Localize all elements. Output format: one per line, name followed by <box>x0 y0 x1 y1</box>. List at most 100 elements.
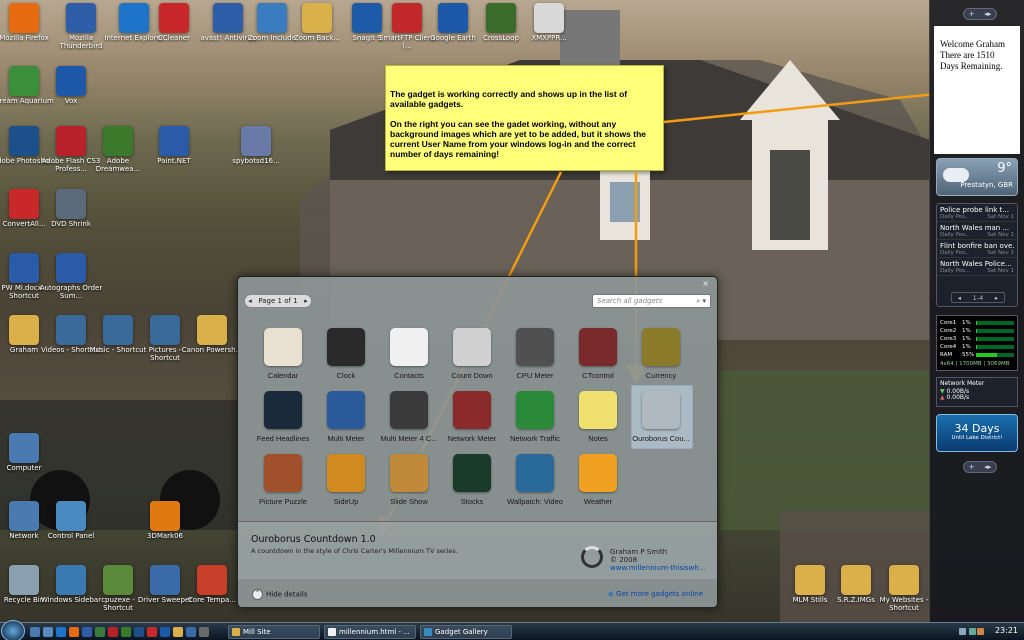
firefox-quicklaunch-icon[interactable] <box>69 627 79 637</box>
close-icon[interactable]: × <box>702 279 709 288</box>
search-icon[interactable]: ⌕ ▾ <box>696 297 706 306</box>
desktop-icon-label: Paint.NET <box>157 157 191 165</box>
volume-icon[interactable] <box>959 628 966 635</box>
cpu-bar <box>976 321 1014 325</box>
get-more-gadgets-link[interactable]: ◉ Get more gadgets online <box>608 590 703 598</box>
scroll-icon[interactable]: ◂▸ <box>984 10 991 18</box>
thunderbird-icon <box>66 3 96 33</box>
gadget-tile[interactable]: CPU Meter <box>504 326 566 380</box>
ccleaner-quicklaunch-icon[interactable] <box>147 627 157 637</box>
flash-icon <box>56 126 86 156</box>
feed-headlines-gadget[interactable]: Police probe link t... Daily Pos... Sat No… <box>936 203 1018 307</box>
switch-windows-icon[interactable] <box>43 627 53 637</box>
cpu-value: 1% <box>962 344 971 350</box>
gadget-tile[interactable]: Contacts <box>378 326 440 380</box>
taskbar-window-button[interactable]: Mill Site <box>228 625 320 639</box>
gadget-tile[interactable]: Wallpatch: Video <box>504 452 566 506</box>
sidebar-bottom-controls[interactable]: + ◂▸ <box>963 461 997 473</box>
desktop-icon[interactable]: Core Tempa... <box>180 565 244 604</box>
paint-quicklaunch-icon[interactable] <box>186 627 196 637</box>
weather-temperature: 9° <box>997 161 1012 176</box>
desktop-icon[interactable]: Autographs Order Sum... <box>39 253 103 300</box>
next-page-icon[interactable]: ▸ <box>304 297 308 305</box>
gadget-tile[interactable]: Multi Meter 4 C... <box>378 389 440 443</box>
gadget-tile[interactable]: Feed Headlines <box>252 389 314 443</box>
desktop-icon[interactable]: 3DMark06 <box>133 501 197 540</box>
weather-gadget[interactable]: 9° Prestatyn, GBR <box>936 158 1018 196</box>
desktop-icon[interactable]: Computer <box>0 433 56 472</box>
prev-page-icon[interactable]: ◂ <box>248 297 252 305</box>
search-input[interactable]: Search all gadgets ⌕ ▾ <box>592 294 711 308</box>
flash-quicklaunch-icon[interactable] <box>108 627 118 637</box>
desktop-icon[interactable]: DVD Shrink <box>39 189 103 228</box>
desktop-icon[interactable]: Control Panel <box>39 501 103 540</box>
add-gadget-icon[interactable]: + <box>969 10 975 18</box>
gadget-tile[interactable]: Picture Puzzle <box>252 452 314 506</box>
note-paragraph-1: The gadget is working correctly and show… <box>390 89 628 109</box>
gadget-tile[interactable]: Weather <box>567 452 629 506</box>
cpu-row: Core1 1% <box>940 319 1014 327</box>
news-item[interactable]: Police probe link t... Daily Pos... Sat No… <box>937 204 1017 222</box>
news-pager-label: 1-4 <box>972 293 984 302</box>
prev-arrow-icon[interactable]: ◂ <box>958 294 961 302</box>
gadget-tile[interactable]: Slide Show <box>378 452 440 506</box>
gadget-tile-label: Network Meter <box>447 434 497 443</box>
start-button[interactable] <box>1 620 25 640</box>
taskbar-window-button[interactable]: millennium.html - ... <box>324 625 416 639</box>
news-pager[interactable]: ◂ 1-4 ▸ <box>951 292 1005 303</box>
desktop-icon[interactable]: Adobe Dreamwea... <box>86 126 150 173</box>
gadget-tile[interactable]: Notes <box>567 389 629 443</box>
desktop-icon[interactable]: Paint.NET <box>142 126 206 165</box>
thunderbird-quicklaunch-icon[interactable] <box>82 627 92 637</box>
gadget-tile[interactable]: Multi Meter <box>315 389 377 443</box>
news-item[interactable]: North Wales Police... Daily Pos... Sat Nov… <box>937 258 1017 276</box>
photoshop-quicklaunch-icon[interactable] <box>134 627 144 637</box>
gadget-tile[interactable]: Count Down <box>441 326 503 380</box>
ie-quicklaunch-icon[interactable] <box>56 627 66 637</box>
countdown-gadget[interactable]: 34 Days Until Lake District! <box>936 414 1018 452</box>
media-quicklaunch-icon[interactable] <box>95 627 105 637</box>
news-item[interactable]: North Wales man ... Daily Pos... Sat Nov 1 <box>937 222 1017 240</box>
gadget-tile[interactable]: Stocks <box>441 452 503 506</box>
hide-details-button[interactable]: ˄ Hide details <box>252 589 308 600</box>
security-tray-icon[interactable] <box>977 628 984 635</box>
desktop-icon[interactable]: My Websites - Shortcut <box>872 565 936 612</box>
folder-icon <box>232 628 240 636</box>
add-gadget-icon[interactable]: + <box>969 463 975 471</box>
desktop-icon[interactable]: spybotsd16... <box>224 126 288 165</box>
gallery-pager[interactable]: ◂ Page 1 of 1 ▸ <box>244 294 312 308</box>
network-up-row: ▲ 0.00B/s <box>940 394 1014 402</box>
explorer-quicklaunch-icon[interactable] <box>173 627 183 637</box>
next-arrow-icon[interactable]: ▸ <box>995 294 998 302</box>
network-meter-gadget[interactable]: Network Meter ▼ 0.00B/s ▲ 0.00B/s <box>936 377 1018 407</box>
taskbar-window-button[interactable]: Gadget Gallery <box>420 625 512 639</box>
gadget-tile[interactable]: Ouroborus Cou... <box>630 389 692 443</box>
desktop-icon[interactable]: Mozilla Firefox <box>0 3 56 42</box>
snagit-quicklaunch-icon[interactable] <box>160 627 170 637</box>
show-desktop-icon[interactable] <box>30 627 40 637</box>
taskbar-clock[interactable]: 23:21 <box>995 626 1018 635</box>
network-quicklaunch-icon[interactable] <box>199 627 209 637</box>
network-tray-icon[interactable] <box>969 628 976 635</box>
sidebar-top-controls[interactable]: + ◂▸ <box>963 8 997 20</box>
gadget-tile[interactable]: CTcontrol <box>567 326 629 380</box>
welcome-gadget[interactable]: Welcome Graham There are 1510 Days Remai… <box>934 26 1020 154</box>
gadget-tile[interactable]: Network Meter <box>441 389 503 443</box>
dreamweaver-quicklaunch-icon[interactable] <box>121 627 131 637</box>
news-item[interactable]: Flint bonfire ban ove... Daily Pos... Sat … <box>937 240 1017 258</box>
gadget-tile[interactable]: Currency <box>630 326 692 380</box>
gadget-author: Graham P Smith <box>610 548 668 556</box>
crossloop-icon <box>486 3 516 33</box>
desktop-icon[interactable]: Canon Powersh... <box>180 315 244 354</box>
gadget-tile[interactable]: Calendar <box>252 326 314 380</box>
news-title: North Wales Police... <box>940 260 1012 268</box>
cpu-meter-gadget[interactable]: Core1 1% Core2 1% Core3 1% Core4 1% RAM 55% 4x64 … <box>936 315 1018 371</box>
scroll-icon[interactable]: ◂▸ <box>984 463 991 471</box>
gadget-tile[interactable]: Clock <box>315 326 377 380</box>
desktop-icon[interactable]: Vox <box>39 66 103 105</box>
gadget-tile[interactable]: SideUp <box>315 452 377 506</box>
aquarium-icon <box>9 66 39 96</box>
gadget-author-link[interactable]: www.millennium-thisiswh... <box>610 564 706 572</box>
desktop-icon[interactable]: XMXPPR... <box>517 3 581 42</box>
gadget-tile[interactable]: Network Traffic <box>504 389 566 443</box>
